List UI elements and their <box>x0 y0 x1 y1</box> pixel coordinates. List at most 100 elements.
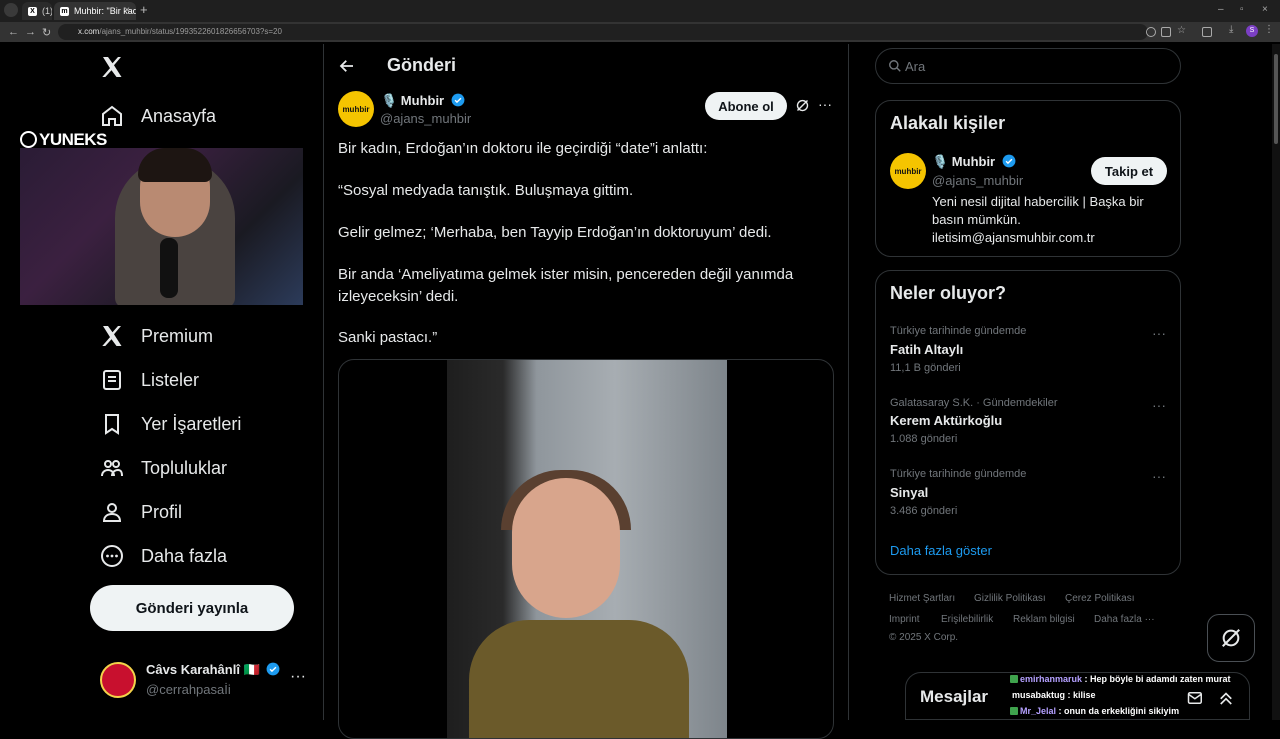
zoom-icon[interactable] <box>1146 27 1156 37</box>
subscribe-button[interactable]: Abone ol <box>705 92 787 120</box>
nav-item-premium[interactable]: Premium <box>100 321 213 351</box>
tab-search-button[interactable] <box>4 3 18 17</box>
related-name-text: 🎙️ Muhbir <box>932 154 996 169</box>
maximize-button[interactable]: ▫ <box>1240 4 1244 15</box>
footer-link[interactable]: Gizlilik Politikası <box>974 593 1046 604</box>
chat-badge-icon <box>1010 675 1018 683</box>
nav-item-bookmarks[interactable]: Yer İşaretleri <box>100 409 241 439</box>
trend-count: 11,1 B gönderi <box>890 362 961 374</box>
minimize-button[interactable]: – <box>1218 4 1224 15</box>
browser-profile-avatar[interactable]: S <box>1246 25 1258 37</box>
nav-label: Topluluklar <box>141 457 228 478</box>
browser-menu-icon[interactable]: ⋮ <box>1264 24 1274 35</box>
author-name[interactable]: 🎙️ Muhbir <box>381 93 465 109</box>
verified-badge-icon <box>266 662 280 676</box>
chat-user: Mr_Jelal <box>1020 706 1057 716</box>
url-host: x.com <box>78 27 100 36</box>
related-handle[interactable]: @ajans_muhbir <box>932 173 1023 188</box>
new-tab-button[interactable]: + <box>140 2 148 17</box>
bookmark-star-icon[interactable]: ☆ <box>1177 25 1187 36</box>
related-name[interactable]: 🎙️ Muhbir <box>932 154 1016 170</box>
follow-button[interactable]: Takip et <box>1091 157 1167 185</box>
chat-user: musabaktug <box>1012 690 1066 700</box>
nav-label: Premium <box>141 325 214 346</box>
nav-label: Listeler <box>141 369 200 390</box>
back-nav-icon[interactable]: ← <box>8 26 19 38</box>
footer-link[interactable]: Erişilebilirlik <box>941 614 993 625</box>
download-icon[interactable]: ⤓ <box>1229 24 1239 35</box>
muhbir-favicon-icon: m <box>60 7 69 16</box>
trend-count: 1.088 gönderi <box>890 433 958 445</box>
footer-link[interactable]: Çerez Politikası <box>1065 593 1134 604</box>
nav-item-home[interactable]: Anasayfa <box>100 101 216 131</box>
trend-more-icon[interactable]: ··· <box>1152 325 1166 341</box>
post-button[interactable]: Gönderi yayınla <box>90 585 294 631</box>
forward-nav-icon[interactable]: → <box>25 26 36 38</box>
brand-o-icon <box>20 131 37 148</box>
chat-text: : kilise <box>1065 690 1096 700</box>
bookmark-icon <box>105 414 119 435</box>
trend-context: Galatasaray S.K. · Gündemdekiler <box>890 397 1058 409</box>
cast-icon[interactable] <box>1161 27 1171 37</box>
messages-title: Mesajlar <box>920 687 989 706</box>
trend-name[interactable]: Sinyal <box>890 485 928 500</box>
browser-tab-x[interactable]: X (1) X'te <box>22 2 52 20</box>
grok-icon[interactable] <box>795 98 810 113</box>
trend-name[interactable]: Kerem Aktürkoğlu <box>890 413 1002 428</box>
related-title: Alakalı kişiler <box>890 113 1006 133</box>
trend-more-icon[interactable]: ··· <box>1152 397 1166 413</box>
search-placeholder: Ara <box>905 59 926 74</box>
related-bio-email[interactable]: iletisim@ajansmuhbir.com.tr <box>932 230 1095 245</box>
close-tab-icon[interactable]: × <box>124 5 130 16</box>
tab-label: (1) X'te <box>42 6 52 16</box>
post-video[interactable] <box>338 359 834 739</box>
trend-more-icon[interactable]: ··· <box>1152 468 1166 484</box>
browser-toolbar: ← → ↻ x.com/ajans_muhbir/status/19935226… <box>0 22 1280 42</box>
page-scrollbar[interactable] <box>1272 44 1280 720</box>
trend-name[interactable]: Fatih Altaylı <box>890 342 963 357</box>
brand-text: YUNEKS <box>39 130 107 149</box>
more-circle-icon <box>101 545 123 567</box>
browser-tab-post[interactable]: m Muhbir: "Bir kadın, E × <box>54 2 136 20</box>
verified-badge-icon <box>1002 154 1016 168</box>
expand-chevrons-icon[interactable] <box>1217 689 1235 707</box>
window-close-button[interactable]: × <box>1262 4 1268 15</box>
account-handle: @cerrahpasaİi <box>146 682 231 697</box>
stream-chat-line: musabaktug : kilise <box>1012 690 1096 700</box>
grok-button[interactable] <box>1207 614 1255 662</box>
nav-item-communities[interactable]: Topluluklar <box>100 453 227 483</box>
account-name-text: Câvs Karahânlî 🇮🇹 <box>146 662 260 677</box>
stream-chat-line: Mr_Jelal : onun da erkekliğini sikiyim <box>1010 706 1179 716</box>
account-avatar[interactable] <box>100 662 136 698</box>
nav-item-more[interactable]: Daha fazla <box>100 541 227 571</box>
chat-text: : Hep böyle bi adamdı zaten murat <box>1082 674 1231 684</box>
author-avatar[interactable]: muhbir <box>338 91 374 127</box>
reload-icon[interactable]: ↻ <box>42 26 51 39</box>
author-handle[interactable]: @ajans_muhbir <box>380 111 471 126</box>
stream-chat-line: emirhanmaruk : Hep böyle bi adamdı zaten… <box>1010 674 1231 684</box>
author-name-text: 🎙️ Muhbir <box>381 93 445 108</box>
search-input[interactable]: Ara <box>875 48 1181 84</box>
nav-item-lists[interactable]: Listeler <box>100 365 199 395</box>
footer-link[interactable]: Hizmet Şartları <box>889 593 955 604</box>
footer-link[interactable]: Reklam bilgisi <box>1013 614 1075 625</box>
address-bar[interactable]: x.com/ajans_muhbir/status/19935226018266… <box>58 24 1148 40</box>
back-arrow-icon[interactable] <box>338 57 356 75</box>
post-more-icon[interactable]: ··· <box>818 96 832 112</box>
trend-context: Türkiye tarihinde gündemde <box>890 468 1027 480</box>
nav-item-profile[interactable]: Profil <box>100 497 182 527</box>
footer-link[interactable]: Imprint <box>889 614 920 625</box>
extensions-icon[interactable] <box>1202 27 1212 37</box>
related-avatar[interactable]: muhbir <box>890 153 926 189</box>
communities-icon <box>101 460 123 477</box>
footer-link[interactable]: Daha fazla ··· <box>1094 614 1155 625</box>
trend-context: Türkiye tarihinde gündemde <box>890 325 1027 337</box>
account-more-icon[interactable]: ··· <box>290 668 306 686</box>
show-more-link[interactable]: Daha fazla göster <box>890 543 992 558</box>
new-message-icon[interactable] <box>1187 689 1205 707</box>
home-icon <box>102 105 122 126</box>
scrollbar-thumb[interactable] <box>1274 54 1278 144</box>
chat-badge-icon <box>1010 707 1018 715</box>
account-name[interactable]: Câvs Karahânlî 🇮🇹 <box>146 662 280 678</box>
x-logo-icon[interactable] <box>100 55 124 79</box>
